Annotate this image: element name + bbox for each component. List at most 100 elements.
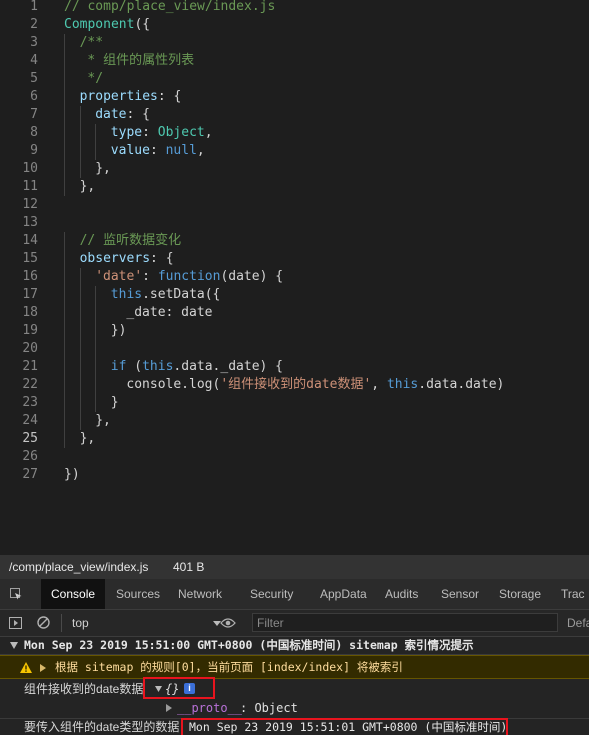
code-token: '组件接收到的date数据' <box>220 377 372 392</box>
tab-security[interactable]: Security <box>240 579 303 609</box>
code-line[interactable]: 7 date: { <box>0 106 589 124</box>
line-number: 2 <box>30 17 38 32</box>
code-token: }) <box>110 323 127 338</box>
code-token: // 监听数据变化 <box>79 233 182 248</box>
tab-network[interactable]: Network <box>168 579 232 609</box>
code-line[interactable]: 2 Component({ <box>0 16 589 34</box>
line-number: 12 <box>22 197 38 212</box>
line-number: 4 <box>30 53 38 68</box>
code-content: }) <box>64 466 80 484</box>
tab-audits[interactable]: Audits <box>375 579 428 609</box>
line-number: 26 <box>22 449 38 464</box>
code-content: }, <box>95 412 111 430</box>
inspect-element-icon[interactable] <box>10 588 22 600</box>
code-token: null <box>165 143 197 158</box>
code-token: this <box>386 377 419 392</box>
tab-trac[interactable]: Trac <box>551 579 589 609</box>
filter-input[interactable] <box>253 614 557 631</box>
proto-value: : Object <box>240 701 298 715</box>
tab-storage[interactable]: Storage <box>489 579 551 609</box>
code-token: : <box>142 269 158 284</box>
highlight-box <box>181 718 508 735</box>
code-token: Object <box>157 125 205 140</box>
toggle-sidebar-icon[interactable] <box>9 617 22 629</box>
code-line[interactable]: 9 value: null, <box>0 142 589 160</box>
tab-sources[interactable]: Sources <box>106 579 170 609</box>
proto-key: __proto__ <box>177 701 243 715</box>
line-number: 17 <box>22 287 38 302</box>
tab-console[interactable]: Console <box>41 579 106 609</box>
proto-row[interactable]: __proto__ : Object <box>0 700 589 717</box>
code-line[interactable]: 19}) <box>0 322 589 340</box>
devtools-tab-bar: Console Sources Network Security AppData Audi… <box>0 579 589 610</box>
code-content: Component({ <box>64 16 150 34</box>
code-line[interactable]: 16 'date': function(date) { <box>0 268 589 286</box>
line-number: 11 <box>22 179 38 194</box>
code-token: ({ <box>134 17 151 32</box>
code-token: observers <box>79 251 151 266</box>
code-token: * 组件的属性列表 <box>79 53 195 68</box>
code-token: : <box>142 125 158 140</box>
code-line[interactable]: 24}, <box>0 412 589 430</box>
code-line[interactable]: 25}, <box>0 430 589 448</box>
code-line[interactable]: 12 <box>0 196 589 214</box>
log-levels-dropdown[interactable]: Defa <box>567 610 589 636</box>
console-group-row[interactable]: Mon Sep 23 2019 15:51:00 GMT+0800 (中国标准时… <box>0 637 589 655</box>
code-content: */ <box>80 70 103 88</box>
console-output: Mon Sep 23 2019 15:51:00 GMT+0800 (中国标准时… <box>0 637 589 735</box>
code-line[interactable]: 4 * 组件的属性列表 <box>0 52 589 70</box>
code-line[interactable]: 23} <box>0 394 589 412</box>
code-line[interactable]: 11}, <box>0 178 589 196</box>
line-number: 13 <box>22 215 38 230</box>
code-content: date: { <box>95 106 150 124</box>
code-line[interactable]: 18 _date: date <box>0 304 589 322</box>
triangle-right-icon[interactable] <box>40 664 46 672</box>
code-token: type <box>110 125 143 140</box>
code-token: , <box>196 143 205 158</box>
code-token: : { <box>126 107 150 122</box>
code-line[interactable]: 20 <box>0 340 589 358</box>
code-line[interactable]: 8 type: Object, <box>0 124 589 142</box>
warning-icon <box>20 662 32 673</box>
clear-console-icon[interactable] <box>37 616 50 629</box>
code-line[interactable]: 14 // 监听数据变化 <box>0 232 589 250</box>
code-editor[interactable]: 1 // comp/place_view/index.js 2 Component({… <box>0 0 589 555</box>
code-content: // 监听数据变化 <box>80 232 181 250</box>
triangle-right-icon[interactable] <box>166 704 172 712</box>
line-number: 14 <box>22 233 38 248</box>
line-number: 10 <box>22 161 38 176</box>
code-line[interactable]: 5 */ <box>0 70 589 88</box>
code-token: }, <box>79 179 96 194</box>
tab-sensor[interactable]: Sensor <box>431 579 489 609</box>
line-number: 5 <box>30 71 38 86</box>
code-line[interactable]: 6 properties: { <box>0 88 589 106</box>
line-number: 18 <box>22 305 38 320</box>
code-line[interactable]: 1 // comp/place_view/index.js <box>0 0 589 16</box>
highlight-box <box>143 677 215 699</box>
code-line[interactable]: 27}) <box>0 466 589 484</box>
triangle-down-icon[interactable] <box>10 642 18 649</box>
tab-appdata[interactable]: AppData <box>310 579 377 609</box>
code-content: observers: { <box>80 250 174 268</box>
context-selector[interactable]: top <box>72 610 89 636</box>
code-token: Component <box>64 17 135 32</box>
code-line[interactable]: 21 if (this.data._date) { <box>0 358 589 376</box>
code-line[interactable]: 26 <box>0 448 589 466</box>
code-token: (date) { <box>220 269 284 284</box>
file-size: 401 B <box>173 560 205 574</box>
eye-icon[interactable] <box>220 617 236 629</box>
code-line[interactable]: 15 observers: { <box>0 250 589 268</box>
line-number: 27 <box>22 467 38 482</box>
code-token: date <box>95 107 127 122</box>
line-number: 25 <box>22 431 38 446</box>
code-line[interactable]: 10}, <box>0 160 589 178</box>
code-line[interactable]: 17 this.setData({ <box>0 286 589 304</box>
code-token: if <box>110 359 127 374</box>
code-line[interactable]: 22 console.log('组件接收到的date数据', this.data.… <box>0 376 589 394</box>
code-token: this <box>110 287 143 302</box>
devtools-panel: /comp/place_view/index.js 401 B Console S… <box>0 555 589 735</box>
line-number: 15 <box>22 251 38 266</box>
code-line[interactable]: 13 <box>0 214 589 232</box>
code-line[interactable]: 3 /** <box>0 34 589 52</box>
code-content: }, <box>80 430 96 448</box>
